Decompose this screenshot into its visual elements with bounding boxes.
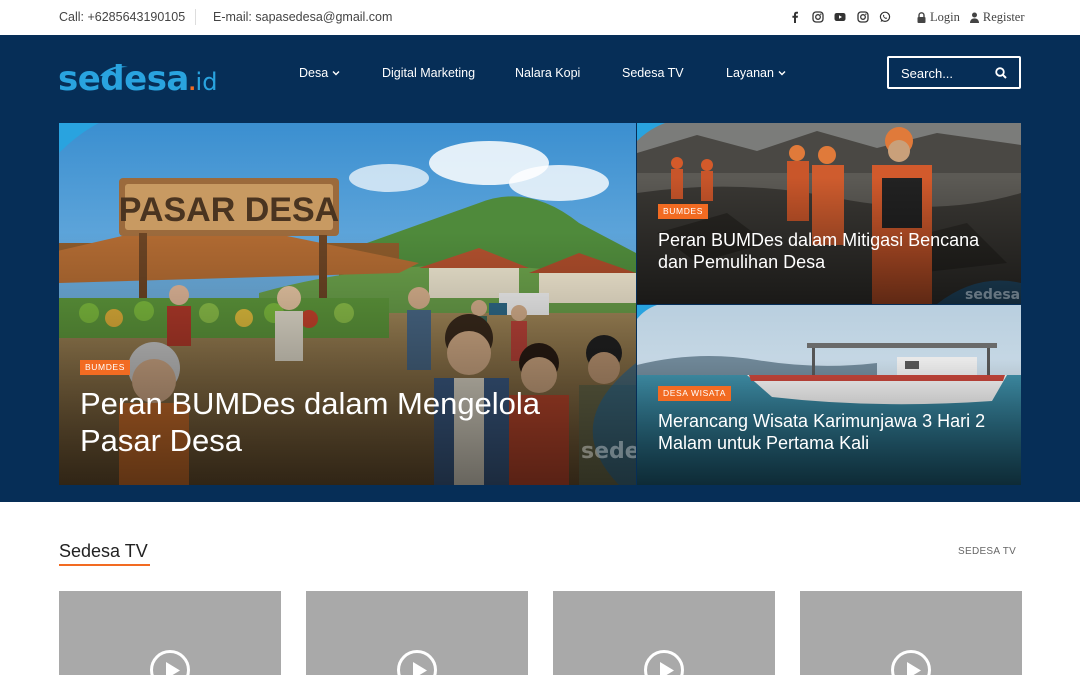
user-icon — [969, 12, 979, 23]
hero-card-disaster[interactable]: sedesa BUMDES Peran BUMDes dalam Mitigas… — [637, 123, 1021, 304]
instagram-icon[interactable] — [852, 9, 875, 25]
play-icon[interactable] — [150, 650, 190, 675]
section-title: Sedesa TV — [59, 541, 148, 561]
logo-dot: . — [188, 69, 196, 96]
search-box — [887, 56, 1021, 89]
category-badge[interactable]: BUMDES — [80, 360, 130, 375]
top-bar: Call: +6285643190105 E-mail: sapasedesa@… — [0, 0, 1080, 35]
chevron-down-icon — [778, 71, 786, 76]
youtube-icon[interactable] — [829, 9, 852, 25]
instagram-icon[interactable] — [807, 9, 830, 25]
site-header: sedesa.id Desa Digital Marketing Nalara … — [0, 35, 1080, 502]
facebook-icon[interactable] — [784, 9, 807, 25]
watermark-logo: sedesa — [965, 287, 1021, 303]
play-icon[interactable] — [891, 650, 931, 675]
hero-card-main[interactable]: PASAR DESA sedesa BUMDES — [59, 123, 636, 485]
section-title-underline — [59, 564, 150, 566]
category-badge[interactable]: BUMDES — [658, 204, 708, 219]
logo-tld: id — [195, 68, 218, 96]
search-input[interactable] — [901, 65, 991, 81]
login-label: Login — [930, 10, 960, 24]
chevron-down-icon — [332, 71, 340, 76]
social-links — [784, 9, 897, 25]
watermark-logo: sedesa — [581, 439, 636, 464]
logo-swoosh — [100, 66, 128, 76]
section-more-link[interactable]: SEDESA TV — [958, 546, 1016, 557]
play-icon[interactable] — [397, 650, 437, 675]
hero-side-title[interactable]: Peran BUMDes dalam Mitigasi Bencana dan … — [658, 230, 1003, 273]
nav-label: Desa — [299, 66, 329, 80]
nav-label: Sedesa TV — [622, 66, 684, 80]
video-thumbnail[interactable] — [306, 591, 528, 675]
hero-main-title[interactable]: Peran BUMDes dalam Mengelola Pasar Desa — [80, 385, 570, 459]
play-icon[interactable] — [644, 650, 684, 675]
divider — [195, 9, 196, 25]
nav-item-nalara-kopi[interactable]: Nalara Kopi — [515, 66, 580, 80]
nav-label: Layanan — [726, 66, 774, 80]
auth-links: Login Register — [917, 10, 1025, 25]
contact-phone: Call: +6285643190105 — [59, 10, 186, 24]
register-label: Register — [982, 10, 1025, 24]
lock-icon — [917, 12, 926, 23]
category-badge[interactable]: DESA WISATA — [658, 386, 731, 401]
hero-side-title[interactable]: Merancang Wisata Karimunjawa 3 Hari 2 Ma… — [658, 411, 1008, 454]
nav-item-layanan[interactable]: Layanan — [726, 66, 786, 80]
contact-email: E-mail: sapasedesa@gmail.com — [213, 10, 393, 24]
login-link[interactable]: Login — [917, 10, 960, 25]
register-link[interactable]: Register — [969, 10, 1025, 25]
nav-item-sedesa-tv[interactable]: Sedesa TV — [622, 66, 684, 80]
market-sign-text: PASAR DESA — [119, 191, 339, 229]
video-thumbnail[interactable] — [553, 591, 775, 675]
nav-item-desa[interactable]: Desa — [299, 66, 340, 80]
search-icon[interactable] — [995, 67, 1007, 79]
nav-label: Digital Marketing — [382, 66, 476, 80]
video-thumbnail[interactable] — [800, 591, 1022, 675]
nav-item-digital-marketing[interactable]: Digital Marketing — [382, 66, 475, 80]
hero-card-tourism[interactable]: DESA WISATA Merancang Wisata Karimunjawa… — [637, 305, 1021, 485]
nav-label: Nalara Kopi — [515, 66, 581, 80]
video-thumbnail[interactable] — [59, 591, 281, 675]
whatsapp-icon[interactable] — [874, 9, 897, 25]
site-logo[interactable]: sedesa.id — [58, 59, 217, 99]
